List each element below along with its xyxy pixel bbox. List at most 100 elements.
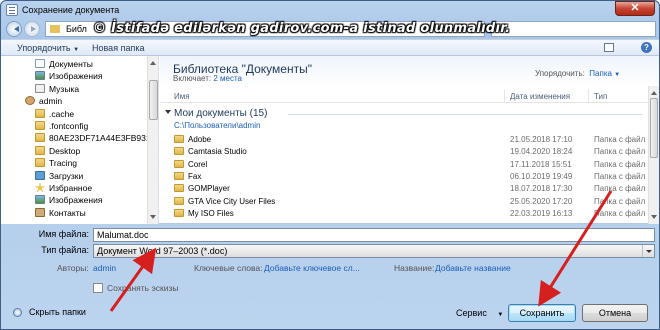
folder-icon (35, 133, 45, 143)
title-bar: Сохранение документа ✕ (1, 1, 659, 19)
file-row[interactable]: Adobe 21.05.2018 17:10 Папка с файл (160, 134, 648, 146)
chevron-down-icon[interactable] (642, 245, 654, 257)
contacts-icon (35, 207, 45, 217)
file-row[interactable]: Fax 06.10.2019 19:49 Папка с файл (160, 171, 648, 183)
group-title: Мои документы (15) (174, 108, 268, 119)
file-name: Corel (188, 159, 208, 169)
tools-label: Сервис (456, 308, 487, 318)
save-thumbnails-label: Сохранять эскизы (107, 283, 179, 293)
keywords-value[interactable]: Добавьте ключевое сл... (264, 263, 360, 273)
navigation-pane: Документы Изображения Музыка admin .cache .fo… (1, 56, 159, 224)
title-label: Название: (394, 263, 435, 273)
nav-item-label: Tracing (49, 158, 78, 169)
scroll-down-icon[interactable] (651, 215, 657, 222)
view-options-icon[interactable] (604, 43, 614, 52)
folder-icon (174, 135, 184, 143)
file-date: 17.11.2018 15:51 (510, 159, 572, 169)
file-date: 18.07.2018 17:30 (510, 184, 573, 194)
filetype-select[interactable]: Документ Word 97–2003 (*.doc) (93, 244, 655, 258)
save-options: Имя файла: Malumat.doc Тип файла: Докуме… (1, 225, 659, 329)
user-icon (25, 96, 35, 106)
file-date: 25.05.2020 17:20 (510, 196, 573, 206)
file-date: 21.05.2018 17:10 (510, 135, 573, 144)
scroll-up-icon[interactable] (651, 88, 657, 95)
filetype-label: Тип файла: (41, 245, 89, 255)
filetype-value: Документ Word 97–2003 (*.doc) (97, 246, 228, 256)
address-text: Библ (66, 24, 87, 34)
chevron-down-icon: ▼ (73, 47, 80, 53)
filename-input[interactable]: Malumat.doc (93, 228, 655, 242)
folder-icon (174, 171, 184, 180)
hide-folders-label: Скрыть папки (29, 307, 86, 317)
file-row[interactable]: GOMPlayer 18.07.2018 17:30 Папка с файл (160, 183, 648, 195)
file-row[interactable]: My ISO Files 22.03.2019 16:13 Папка с файл (160, 208, 648, 220)
nav-item-label: Desktop (49, 145, 81, 156)
file-type: Папка с файл (594, 208, 646, 218)
nav-item-label: .cache (49, 108, 75, 119)
cancel-button[interactable]: Отмена (582, 304, 648, 322)
file-name: GTA Vice City User Files (188, 196, 276, 206)
chevron-down-icon: ▼ (497, 312, 504, 318)
arrange-label: Упорядочить: (535, 69, 585, 78)
nav-scrollbar[interactable] (147, 56, 158, 224)
library-header: Библиотека "Документы" Включает: 2 места… (160, 56, 659, 86)
includes-link[interactable]: 2 места (213, 74, 242, 83)
folder-icon (174, 184, 184, 193)
filename-label: Имя файла: (38, 229, 89, 239)
nav-item-label: Документы (49, 59, 93, 69)
file-row[interactable]: Camtasia Studio 19.04.2020 18:24 Папка с ф… (160, 146, 648, 158)
nav-scroll-thumb[interactable] (149, 80, 158, 120)
new-folder-button[interactable]: Новая папка (92, 43, 144, 53)
folder-icon (174, 208, 184, 217)
file-list-pane: Библиотека "Документы" Включает: 2 места… (160, 56, 659, 224)
close-button[interactable]: ✕ (615, 1, 655, 16)
group-path[interactable]: C:\Пользователи\admin (174, 121, 260, 130)
file-list-scrollbar[interactable] (648, 86, 659, 224)
column-type[interactable]: Тип (594, 92, 607, 101)
column-date[interactable]: Дата изменения (510, 92, 570, 101)
nav-item-label: admin (39, 96, 63, 107)
save-button[interactable]: Сохранить (508, 304, 576, 322)
authors-value[interactable]: admin (93, 263, 116, 273)
file-name: Fax (188, 171, 202, 181)
downloads-icon (35, 170, 45, 180)
folder-icon (35, 158, 45, 168)
nav-item-label: Избранное (49, 183, 93, 193)
save-thumbnails-checkbox[interactable] (93, 283, 103, 293)
scroll-up-icon[interactable] (150, 58, 156, 65)
collapse-arrow-icon (13, 308, 22, 317)
nav-item-label: Контакты (49, 207, 86, 218)
file-date: 22.03.2019 16:13 (510, 208, 573, 218)
column-name[interactable]: Имя (174, 92, 190, 101)
scroll-down-icon[interactable] (150, 215, 156, 222)
folder-icon (174, 196, 184, 205)
help-icon[interactable]: ? (641, 42, 652, 53)
nav-item-label: Загрузки (49, 170, 84, 181)
arrange-by: Упорядочить: Папка ▼ (535, 69, 620, 78)
arrange-dropdown[interactable]: Папка (589, 69, 612, 78)
collapse-icon[interactable] (165, 110, 171, 117)
column-divider[interactable] (504, 89, 505, 103)
title-value[interactable]: Добавьте название (435, 263, 511, 273)
music-icon (35, 83, 45, 93)
search-input[interactable] (491, 21, 656, 37)
nav-item-label: Изображения (49, 195, 103, 206)
chevron-down-icon: ▼ (614, 72, 621, 78)
file-type: Папка с файл (594, 184, 646, 194)
file-type: Папка с файл (594, 196, 646, 206)
file-row[interactable]: GTA Vice City User Files 25.05.2020 17:20… (160, 196, 648, 208)
folder-icon (35, 108, 45, 118)
back-button[interactable] (6, 21, 22, 37)
column-divider[interactable] (588, 89, 589, 103)
file-type: Папка с файл (594, 171, 646, 181)
toolbar: Упорядочить ▼ Новая папка ? (1, 39, 659, 56)
tools-dropdown[interactable]: Сервис ▼ (456, 308, 503, 318)
file-name: GOMPlayer (188, 184, 230, 194)
forward-button[interactable] (24, 21, 40, 37)
file-name: Adobe (188, 135, 212, 144)
file-list-scroll-thumb[interactable] (650, 98, 658, 158)
folder-icon (50, 25, 60, 33)
file-row[interactable]: Corel 17.11.2018 15:51 Папка с файл (160, 159, 648, 171)
organize-label: Упорядочить (17, 43, 71, 53)
organize-button[interactable]: Упорядочить ▼ (17, 43, 79, 53)
